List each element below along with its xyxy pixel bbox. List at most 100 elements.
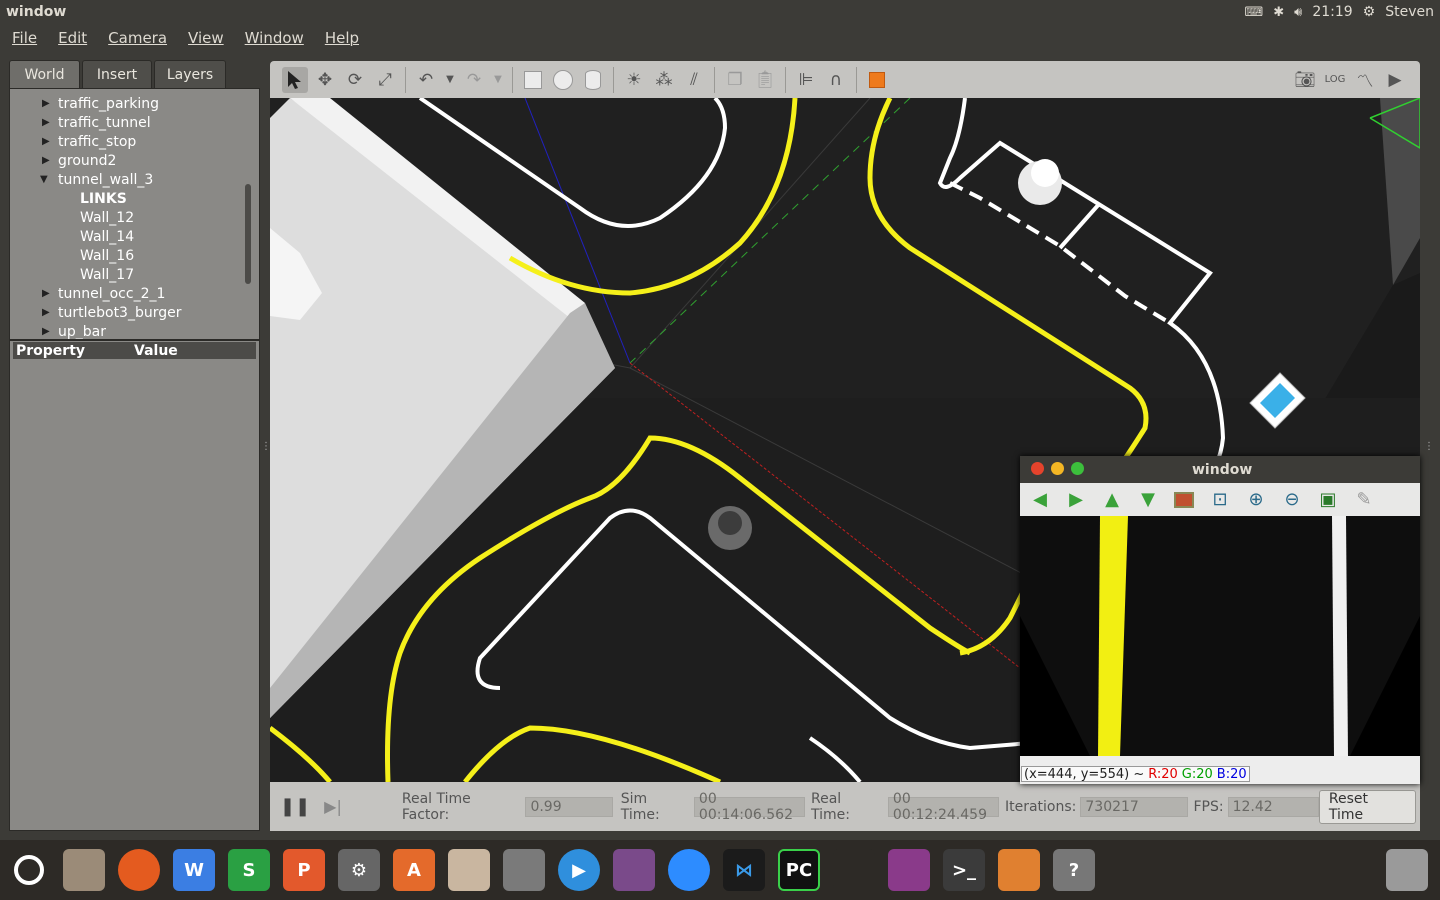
app-window-icon[interactable]	[888, 849, 930, 891]
image-viewer-icon[interactable]	[503, 849, 545, 891]
reset-time-button[interactable]: Reset Time	[1318, 789, 1416, 824]
pan-down-icon[interactable]: ▼	[1134, 488, 1162, 512]
zoom-fit-icon[interactable]: ⊡	[1206, 488, 1234, 512]
bluetooth-icon[interactable]: ✱	[1273, 5, 1284, 20]
files-icon[interactable]	[63, 849, 105, 891]
paste-icon[interactable]: 📋︎	[752, 67, 778, 93]
firefox-icon[interactable]	[118, 849, 160, 891]
pan-right-icon[interactable]: ▶	[1062, 488, 1090, 512]
menu-view[interactable]: View	[176, 29, 233, 47]
screenshot-camera-icon[interactable]: 📷︎	[1292, 67, 1318, 93]
tree-item-traffic-parking[interactable]: ▶ traffic_parking	[42, 94, 159, 113]
tree-item-traffic-stop[interactable]: ▶ traffic_stop	[42, 132, 136, 151]
tab-world[interactable]: World	[9, 60, 80, 88]
tab-layers[interactable]: Layers	[154, 60, 226, 88]
rotate-icon[interactable]: ⟳	[342, 67, 368, 93]
sphere-shape-icon[interactable]	[550, 67, 576, 93]
software-center-icon[interactable]: A	[393, 849, 435, 891]
wps-spreadsheet-icon[interactable]: S	[228, 849, 270, 891]
video-editor-icon[interactable]	[613, 849, 655, 891]
pycharm-icon[interactable]: PC	[778, 849, 820, 891]
expand-arrow-icon[interactable]: ▶	[42, 288, 58, 299]
record-video-icon[interactable]: ▶	[1382, 67, 1408, 93]
pan-left-icon[interactable]: ◀	[1026, 488, 1054, 512]
minimize-window-icon[interactable]	[1051, 462, 1064, 475]
tree-item-ground2[interactable]: ▶ ground2	[42, 151, 116, 170]
property-column-header[interactable]: Property	[13, 343, 134, 359]
expand-arrow-icon[interactable]: ▶	[42, 117, 58, 128]
collapse-arrow-icon[interactable]: ▼	[40, 174, 58, 185]
tree-item-up-bar[interactable]: ▶ up_bar	[42, 322, 106, 340]
tree-item-wall-12[interactable]: Wall_12	[80, 208, 134, 227]
scale-icon[interactable]: ⤢	[372, 67, 398, 93]
directional-light-icon[interactable]: ⫽	[681, 67, 707, 93]
pan-up-icon[interactable]: ▲	[1098, 488, 1126, 512]
pause-icon[interactable]: ❚❚	[280, 796, 310, 817]
translate-icon[interactable]: ✥	[312, 67, 338, 93]
wps-presentation-icon[interactable]: P	[283, 849, 325, 891]
vscode-icon[interactable]: ⋈	[723, 849, 765, 891]
log-icon[interactable]: LOG	[1322, 67, 1348, 93]
spot-light-icon[interactable]: ⁂	[651, 67, 677, 93]
volume-icon[interactable]: 🔊︎	[1294, 5, 1302, 20]
window-switcher-icon[interactable]	[833, 849, 875, 891]
zoom-app-icon[interactable]	[668, 849, 710, 891]
right-splitter-handle[interactable]: ⋮	[1424, 441, 1434, 452]
save-icon[interactable]: ▣	[1314, 488, 1342, 512]
maximize-window-icon[interactable]	[1071, 462, 1084, 475]
gazebo-icon[interactable]	[998, 849, 1040, 891]
menu-file[interactable]: File	[0, 29, 46, 47]
redo-icon[interactable]: ↷	[461, 67, 487, 93]
tab-insert[interactable]: Insert	[82, 60, 152, 88]
tree-item-wall-14[interactable]: Wall_14	[80, 227, 134, 246]
tree-item-wall-16[interactable]: Wall_16	[80, 246, 134, 265]
select-arrow-icon[interactable]	[282, 66, 308, 93]
undo-dropdown-icon[interactable]: ▼	[443, 67, 457, 93]
plot-icon[interactable]: 〽	[1352, 67, 1378, 93]
expand-arrow-icon[interactable]: ▶	[42, 98, 58, 109]
zoom-image-icon[interactable]	[1170, 488, 1198, 512]
view-angle-icon[interactable]	[864, 67, 890, 93]
camera-image[interactable]	[1020, 516, 1420, 756]
tree-item-tunnel-wall-3[interactable]: ▼ tunnel_wall_3	[40, 170, 153, 189]
mixer-icon[interactable]	[448, 849, 490, 891]
expand-arrow-icon[interactable]: ▶	[42, 326, 58, 337]
media-player-icon[interactable]: ▶	[558, 849, 600, 891]
system-tools-icon[interactable]: ⚙	[338, 849, 380, 891]
user-name[interactable]: Steven	[1385, 4, 1434, 20]
settings-gear-icon[interactable]: ⚙	[1363, 4, 1376, 20]
wps-writer-icon[interactable]: W	[173, 849, 215, 891]
unknown-app-icon[interactable]: ?	[1053, 849, 1095, 891]
close-window-icon[interactable]	[1031, 462, 1044, 475]
tree-item-tunnel-occ-2-1[interactable]: ▶ tunnel_occ_2_1	[42, 284, 165, 303]
menu-edit[interactable]: Edit	[46, 29, 96, 47]
expand-arrow-icon[interactable]: ▶	[42, 136, 58, 147]
clock[interactable]: 21:19	[1312, 4, 1352, 20]
tree-item-wall-17[interactable]: Wall_17	[80, 265, 134, 284]
opencv-image-window[interactable]: window ◀ ▶ ▲ ▼ ⊡ ⊕ ⊖ ▣ ✎ (x=444, y=554) …	[1020, 456, 1420, 784]
snap-magnet-icon[interactable]: ∩	[823, 67, 849, 93]
expand-arrow-icon[interactable]: ▶	[42, 155, 58, 166]
tree-item-traffic-tunnel[interactable]: ▶ traffic_tunnel	[42, 113, 151, 132]
copy-icon[interactable]: ❐	[722, 67, 748, 93]
ubuntu-logo-icon[interactable]	[8, 849, 50, 891]
keyboard-icon[interactable]: ⌨	[1244, 5, 1263, 20]
trash-icon[interactable]	[1386, 849, 1428, 891]
expand-arrow-icon[interactable]: ▶	[42, 307, 58, 318]
zoom-out-icon[interactable]: ⊖	[1278, 488, 1306, 512]
menu-window[interactable]: Window	[233, 29, 313, 47]
tree-scrollbar[interactable]	[245, 184, 251, 284]
undo-icon[interactable]: ↶	[413, 67, 439, 93]
menu-help[interactable]: Help	[313, 29, 368, 47]
zoom-in-icon[interactable]: ⊕	[1242, 488, 1270, 512]
menu-camera[interactable]: Camera	[96, 29, 176, 47]
step-icon[interactable]: ▶|	[324, 797, 342, 816]
terminal-icon[interactable]: >_	[943, 849, 985, 891]
point-light-icon[interactable]: ☀	[621, 67, 647, 93]
value-column-header[interactable]: Value	[134, 343, 178, 359]
cylinder-shape-icon[interactable]	[580, 67, 606, 93]
align-icon[interactable]: ⊫	[793, 67, 819, 93]
properties-icon[interactable]: ✎	[1350, 488, 1378, 512]
cv-window-titlebar[interactable]: window	[1020, 456, 1420, 483]
redo-dropdown-icon[interactable]: ▼	[491, 67, 505, 93]
